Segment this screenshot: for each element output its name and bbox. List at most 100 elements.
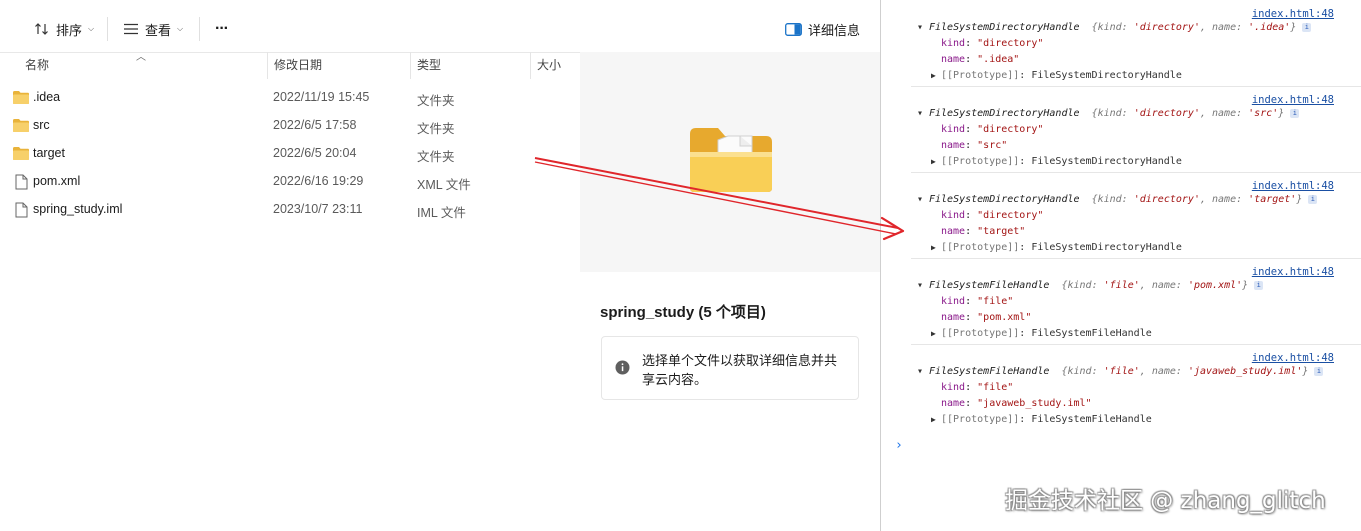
file-icon xyxy=(15,202,28,218)
sort-button[interactable]: 排序 ⌵ xyxy=(34,7,94,51)
summary-name: pom.xml xyxy=(1193,280,1237,291)
column-divider[interactable] xyxy=(267,52,268,79)
kind-value: file xyxy=(983,296,1008,307)
source-link[interactable]: index.html:48 xyxy=(1252,180,1334,192)
summary-name: .idea xyxy=(1254,22,1285,33)
large-folder-icon xyxy=(690,128,772,192)
column-divider[interactable] xyxy=(530,52,531,79)
details-info-card: 选择单个文件以获取详细信息并共享云内容。 xyxy=(601,336,859,400)
handle-type: FileSystemFileHandle xyxy=(929,366,1050,377)
file-modified: 2022/11/19 15:45 xyxy=(273,90,370,104)
property-kind: kind: "directory" xyxy=(941,210,1044,221)
info-icon xyxy=(615,360,630,375)
expanded-triangle-icon[interactable]: ▾ xyxy=(917,194,929,205)
file-name: target xyxy=(33,146,65,160)
source-link[interactable]: index.html:48 xyxy=(1252,94,1334,106)
source-link[interactable]: index.html:48 xyxy=(1252,8,1334,20)
handle-type: FileSystemDirectoryHandle xyxy=(929,194,1080,205)
kind-value: directory xyxy=(983,210,1038,221)
file-modified: 2022/6/5 20:04 xyxy=(273,146,357,160)
prototype-row[interactable]: ▶ [[Prototype]]: FileSystemFileHandle xyxy=(931,414,1152,425)
file-modified: 2023/10/7 23:11 xyxy=(273,202,363,216)
console-message: index.html:48 ▾ FileSystemFileHandle {kin… xyxy=(911,344,1361,430)
chevron-down-icon: ⌵ xyxy=(88,24,95,33)
details-preview xyxy=(580,52,880,272)
console-message: index.html:48 ▾ FileSystemDirectoryHandle… xyxy=(911,0,1361,87)
prototype-row[interactable]: ▶ [[Prototype]]: FileSystemDirectoryHandl… xyxy=(931,242,1182,253)
console-prompt-icon[interactable]: › xyxy=(895,438,903,453)
column-header-modified[interactable]: 修改日期 xyxy=(274,52,322,79)
more-options-button[interactable]: ··· xyxy=(215,7,229,51)
property-kind: kind: "directory" xyxy=(941,124,1044,135)
file-name: spring_study.iml xyxy=(33,202,123,216)
property-kind: kind: "directory" xyxy=(941,38,1044,49)
property-kind: kind: "file" xyxy=(941,382,1014,393)
folder-icon xyxy=(13,147,29,160)
info-badge-icon[interactable]: i xyxy=(1314,367,1324,376)
expanded-triangle-icon[interactable]: ▾ xyxy=(917,366,929,377)
summary-kind: directory xyxy=(1139,108,1194,119)
file-row[interactable]: src 2022/6/5 17:58 文件夹 xyxy=(0,112,578,140)
object-summary[interactable]: ▾ FileSystemDirectoryHandle {kind: 'direc… xyxy=(917,194,1318,205)
property-name: name: "javaweb_study.iml" xyxy=(941,398,1092,409)
console-message: index.html:48 ▾ FileSystemDirectoryHandle… xyxy=(911,86,1361,173)
view-button[interactable]: 查看 ⌵ xyxy=(123,7,183,51)
toolbar-divider xyxy=(199,17,200,41)
expanded-triangle-icon[interactable]: ▾ xyxy=(917,22,929,33)
collapsed-triangle-icon[interactable]: ▶ xyxy=(931,329,941,338)
file-row[interactable]: target 2022/6/5 20:04 文件夹 xyxy=(0,140,578,168)
prototype-row[interactable]: ▶ [[Prototype]]: FileSystemFileHandle xyxy=(931,328,1152,339)
sort-label: 排序 xyxy=(56,22,83,38)
summary-kind: file xyxy=(1109,366,1134,377)
column-header-type[interactable]: 类型 xyxy=(417,52,441,79)
handle-type: FileSystemDirectoryHandle xyxy=(929,22,1080,33)
source-link[interactable]: index.html:48 xyxy=(1252,266,1334,278)
expanded-triangle-icon[interactable]: ▾ xyxy=(917,280,929,291)
property-name: name: ".idea" xyxy=(941,54,1020,65)
summary-kind: file xyxy=(1109,280,1134,291)
property-name: name: "pom.xml" xyxy=(941,312,1032,323)
collapsed-triangle-icon[interactable]: ▶ xyxy=(931,71,941,80)
collapsed-triangle-icon[interactable]: ▶ xyxy=(931,243,941,252)
file-type: 文件夹 xyxy=(417,122,455,136)
name-value: src xyxy=(983,140,1002,151)
object-summary[interactable]: ▾ FileSystemFileHandle {kind: 'file', nam… xyxy=(917,366,1324,377)
more-icon: ··· xyxy=(215,20,229,37)
file-type: 文件夹 xyxy=(417,150,455,164)
info-badge-icon[interactable]: i xyxy=(1290,109,1300,118)
summary-kind: directory xyxy=(1139,22,1194,33)
details-pane-icon xyxy=(785,22,802,36)
prototype-row[interactable]: ▶ [[Prototype]]: FileSystemDirectoryHandl… xyxy=(931,70,1182,81)
kind-value: directory xyxy=(983,38,1038,49)
collapsed-triangle-icon[interactable]: ▶ xyxy=(931,157,941,166)
prototype-value: FileSystemFileHandle xyxy=(1031,414,1152,425)
column-header-size[interactable]: 大小 xyxy=(537,52,561,79)
watermark: 掘金技术社区 @ zhang_glitch xyxy=(1005,488,1326,514)
info-badge-icon[interactable]: i xyxy=(1308,195,1318,204)
details-pane-button[interactable]: 详细信息 xyxy=(785,7,860,51)
file-type: XML 文件 xyxy=(417,178,471,192)
object-summary[interactable]: ▾ FileSystemFileHandle {kind: 'file', nam… xyxy=(917,280,1264,291)
file-row[interactable]: spring_study.iml 2023/10/7 23:11 IML 文件 xyxy=(0,196,578,224)
file-row[interactable]: .idea 2022/11/19 15:45 文件夹 xyxy=(0,84,578,112)
file-modified: 2022/6/16 19:29 xyxy=(273,174,364,188)
file-icon xyxy=(15,174,28,190)
info-badge-icon[interactable]: i xyxy=(1254,281,1264,290)
column-divider[interactable] xyxy=(410,52,411,79)
expanded-triangle-icon[interactable]: ▾ xyxy=(917,108,929,119)
chevron-down-icon: ⌵ xyxy=(177,24,184,33)
info-badge-icon[interactable]: i xyxy=(1302,23,1312,32)
details-pane: spring_study (5 个项目) 选择单个文件以获取详细信息并共享云内容… xyxy=(580,52,880,531)
devtools-console: index.html:48 ▾ FileSystemDirectoryHandle… xyxy=(880,0,1361,531)
object-summary[interactable]: ▾ FileSystemDirectoryHandle {kind: 'direc… xyxy=(917,108,1300,119)
collapsed-triangle-icon[interactable]: ▶ xyxy=(931,415,941,424)
file-row[interactable]: pom.xml 2022/6/16 19:29 XML 文件 xyxy=(0,168,578,196)
object-summary[interactable]: ▾ FileSystemDirectoryHandle {kind: 'direc… xyxy=(917,22,1312,33)
folder-icon xyxy=(13,91,29,104)
details-message: 选择单个文件以获取详细信息并共享云内容。 xyxy=(642,353,838,387)
console-message: index.html:48 ▾ FileSystemDirectoryHandle… xyxy=(911,172,1361,259)
source-link[interactable]: index.html:48 xyxy=(1252,352,1334,364)
column-header-name[interactable]: 名称 xyxy=(25,52,49,79)
file-type: IML 文件 xyxy=(417,206,466,220)
prototype-row[interactable]: ▶ [[Prototype]]: FileSystemDirectoryHandl… xyxy=(931,156,1182,167)
